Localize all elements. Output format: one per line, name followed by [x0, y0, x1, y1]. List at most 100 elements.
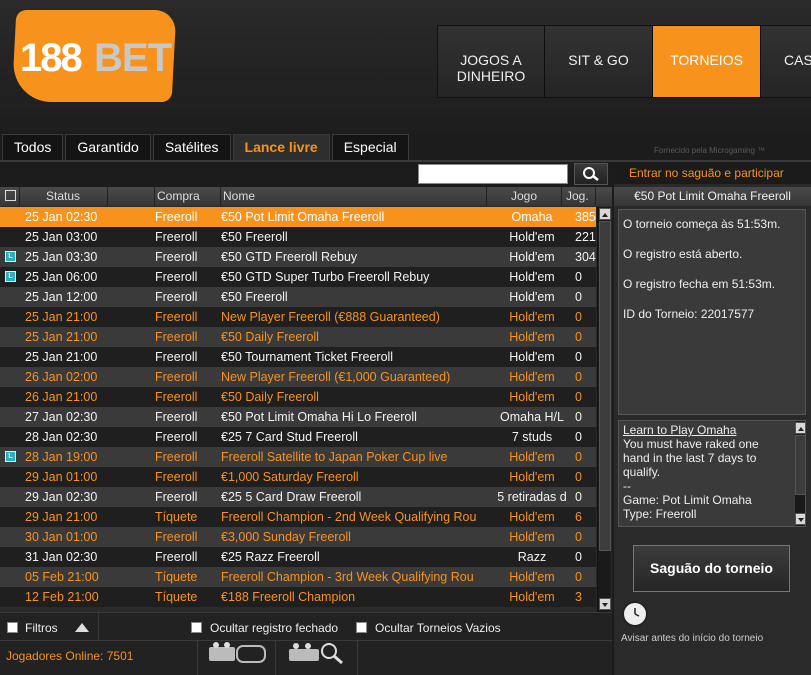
tournament-lobby-button[interactable]: Saguão do torneio [633, 545, 790, 592]
column-compra[interactable]: Compra [155, 187, 221, 206]
lobby-search-button[interactable] [287, 641, 347, 665]
tab-lance-livre[interactable]: Lance livre [232, 134, 330, 161]
nome-cell: €50 Tournament Ticket Freeroll [221, 350, 394, 364]
jog-cell: 0 [575, 310, 582, 324]
search-button[interactable] [574, 163, 608, 185]
bottom-separator-4 [357, 641, 358, 675]
scroll-down-button[interactable] [599, 598, 611, 610]
desc-scroll-up-button[interactable] [795, 422, 805, 434]
row-icon-cell [0, 407, 20, 427]
compra-cell: Freeroll [155, 530, 198, 544]
nav-casino[interactable]: CAS [761, 26, 811, 97]
jogo-cell: Hold'em [509, 570, 555, 584]
table-row[interactable]: 26 Jan 02:00 Freeroll New Player Freeroll … [0, 367, 596, 387]
table-row[interactable]: L 25 Jan 06:00 Freeroll €50 GTD Super Turbo… [0, 267, 596, 287]
row-icon-cell [0, 547, 20, 567]
table-row[interactable]: 25 Jan 21:00 Freeroll €50 Tournament Ticke… [0, 347, 596, 367]
table-view-button[interactable] [207, 641, 267, 665]
jog-cell: 0 [575, 570, 582, 584]
jog-cell: 0 [575, 270, 582, 284]
description-scrollbar[interactable] [795, 421, 805, 526]
column-status[interactable]: Status [20, 187, 108, 206]
scroll-up-button[interactable] [599, 208, 611, 220]
status-cell: 27 Jan 02:30 [25, 410, 98, 424]
column-jog[interactable]: Jog. [562, 187, 596, 206]
table-row[interactable]: 12 Feb 21:00 Tíquete €188 Freeroll Champio… [0, 587, 596, 607]
desc-scroll-thumb[interactable] [795, 435, 805, 495]
tab-satelites[interactable]: Satélites [152, 134, 231, 160]
compra-cell: Freeroll [155, 390, 198, 404]
hide-empty-checkbox[interactable] [356, 622, 367, 633]
column-icon-header[interactable] [0, 187, 20, 206]
table-row[interactable]: 25 Jan 21:00 Freeroll New Player Freeroll … [0, 307, 596, 327]
table-row[interactable]: 29 Jan 02:30 Freeroll €25 5 Card Draw Free… [0, 487, 596, 507]
table-row[interactable]: L 25 Jan 03:30 Freeroll €50 GTD Freeroll Re… [0, 247, 596, 267]
row-icon-cell: L [0, 247, 20, 267]
bottom-bar: Filtros Ocultar registro fechado Ocultar… [0, 612, 612, 675]
bottom-separator-2 [197, 641, 198, 675]
jog-cell: 0 [575, 490, 582, 504]
alarm-clock-icon[interactable] [622, 601, 648, 627]
search-input[interactable] [418, 164, 568, 184]
compra-cell: Tíquete [155, 570, 198, 584]
status-cell: 25 Jan 12:00 [25, 290, 98, 304]
table-row[interactable]: 25 Jan 12:00 Freeroll €50 Freeroll Hold'em 0 [0, 287, 596, 307]
tab-todos[interactable]: Todos [2, 134, 64, 160]
tab-garantido[interactable]: Garantido [65, 134, 151, 160]
status-cell: 05 Feb 21:00 [25, 570, 99, 584]
compra-cell: Freeroll [155, 290, 198, 304]
nome-cell: Freeroll Champion - 3rd Week Qualifying … [221, 570, 474, 584]
table-row[interactable]: 25 Jan 03:00 Freeroll €50 Freeroll Hold'em 2… [0, 227, 596, 247]
learn-omaha-link[interactable]: Learn to Play Omaha [623, 423, 787, 437]
table-row[interactable]: 29 Jan 01:00 Freeroll €1,000 Saturday Free… [0, 467, 596, 487]
table-row[interactable]: 27 Jan 02:30 Freeroll €50 Pot Limit Omaha … [0, 407, 596, 427]
row-icon-cell [0, 347, 20, 367]
table-row[interactable]: 25 Jan 02:30 Freeroll €50 Pot Limit Omaha … [0, 207, 596, 227]
description-game: Game: Pot Limit Omaha [623, 493, 752, 507]
jogo-cell: Hold'em [509, 390, 555, 404]
jogo-cell: Hold'em [509, 310, 555, 324]
jogo-cell: Hold'em [509, 530, 555, 544]
table-row[interactable]: 05 Feb 21:00 Tíquete Freeroll Champion - 3… [0, 567, 596, 587]
nome-cell: €50 Pot Limit Omaha Freeroll [221, 210, 385, 224]
table-row[interactable]: 28 Jan 02:30 Freeroll €25 7 Card Stud Free… [0, 427, 596, 447]
row-icon-cell [0, 327, 20, 347]
row-icon-cell [0, 587, 20, 607]
bottom-separator-3 [275, 641, 276, 675]
filters-checkbox[interactable] [7, 622, 18, 633]
table-view-icon [209, 642, 266, 663]
table-row[interactable]: 31 Jan 02:30 Freeroll €25 Razz Freeroll Raz… [0, 547, 596, 567]
jog-cell: 0 [575, 430, 582, 444]
nav-cash-games[interactable]: JOGOS A DINHEIRO [438, 26, 545, 97]
nome-cell: €25 7 Card Stud Freeroll [221, 430, 358, 444]
description-text: You must have raked one hand in the last… [623, 437, 759, 479]
row-icon-cell [0, 227, 20, 247]
compra-cell: Tíquete [155, 510, 198, 524]
desc-scroll-down-button[interactable] [795, 513, 805, 525]
jog-cell: 0 [575, 410, 582, 424]
column-jogo[interactable]: Jogo [487, 187, 562, 206]
table-scrollbar[interactable] [597, 207, 611, 612]
chevron-down-icon [602, 603, 608, 607]
column-nome[interactable]: Nome [221, 187, 487, 206]
register-link[interactable]: Entrar no saguão e participar [614, 162, 811, 184]
nome-cell: €25 Razz Freeroll [221, 550, 320, 564]
jog-cell: 0 [575, 290, 582, 304]
nav-tournaments[interactable]: TORNEIOS [653, 26, 761, 97]
hide-closed-checkbox[interactable] [191, 622, 202, 633]
table-row[interactable]: 26 Jan 21:00 Freeroll €50 Daily Freeroll Ho… [0, 387, 596, 407]
tab-especial[interactable]: Especial [331, 134, 409, 160]
provider-text: Fornecido pela Microgaming ™ [654, 146, 766, 155]
table-row[interactable]: L 28 Jan 19:00 Freeroll Freeroll Satellite… [0, 447, 596, 467]
scroll-thumb[interactable] [599, 221, 611, 551]
nome-cell: €50 GTD Super Turbo Freeroll Rebuy [221, 270, 430, 284]
compra-cell: Freeroll [155, 350, 198, 364]
tournament-id-text: ID do Torneio: 22017577 [623, 307, 755, 321]
table-row[interactable]: 30 Jan 01:00 Freeroll €3,000 Sunday Freero… [0, 527, 596, 547]
logo-word: BET [94, 36, 172, 80]
filter-toggle-icon[interactable] [74, 621, 90, 633]
jog-cell: 0 [575, 370, 582, 384]
nav-sit-and-go[interactable]: SIT & GO [545, 26, 653, 97]
table-row[interactable]: 25 Jan 21:00 Freeroll €50 Daily Freeroll Ho… [0, 327, 596, 347]
table-row[interactable]: 29 Jan 21:00 Tíquete Freeroll Champion - 2… [0, 507, 596, 527]
